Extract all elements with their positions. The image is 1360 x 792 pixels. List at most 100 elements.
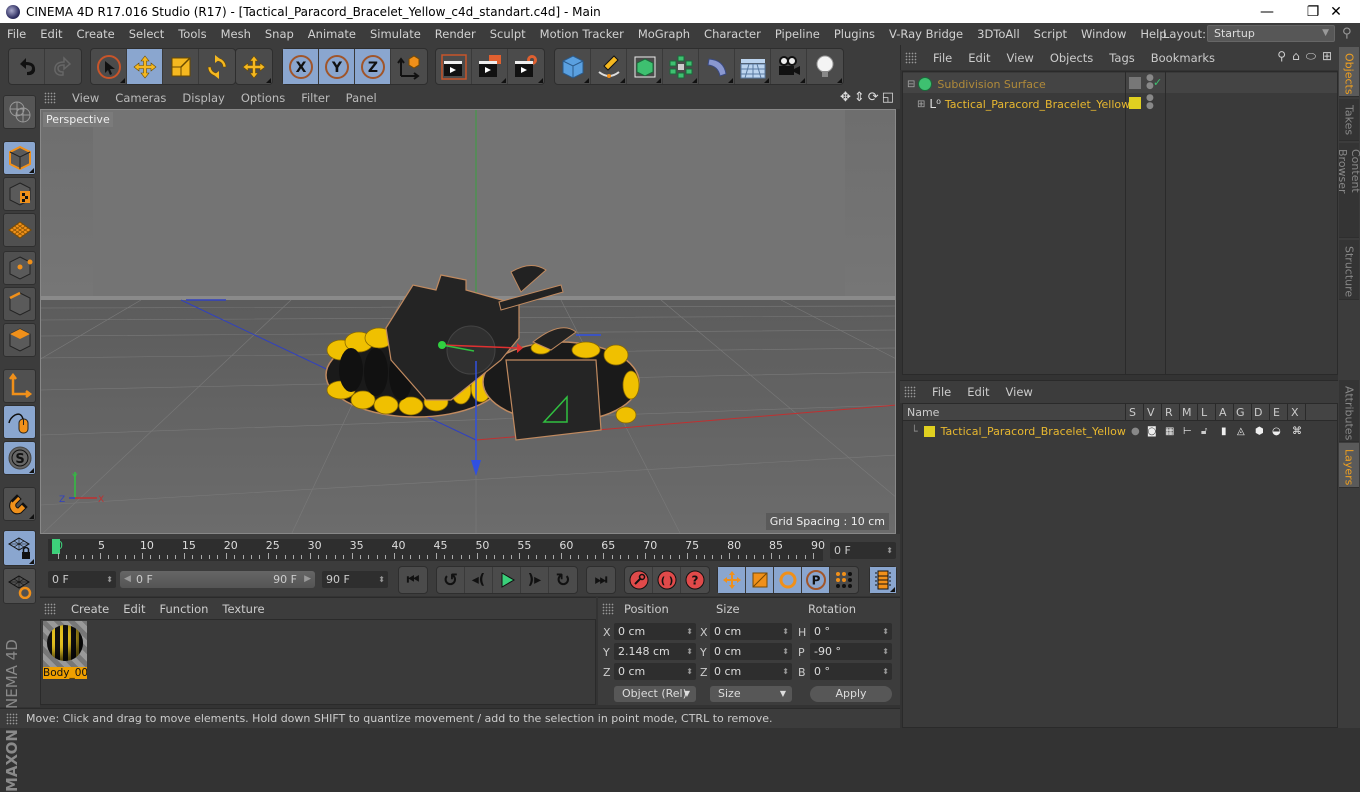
preview-range-slider[interactable]: ◀ 0 F 90 F ▶ [120,571,315,588]
viewport-menu-options[interactable]: Options [233,91,293,105]
menu-motion-tracker[interactable]: Motion Tracker [533,27,631,41]
layers-menu-edit[interactable]: Edit [959,385,997,399]
timeline-window-button[interactable] [870,567,896,593]
expand-icon[interactable]: ⊞ [917,99,925,110]
objects-menu-file[interactable]: File [925,51,960,65]
render-settings-button[interactable] [508,49,544,84]
menu-sculpt[interactable]: Sculpt [483,27,533,41]
column-xrefs[interactable]: X [1291,406,1299,419]
orbit-view-icon[interactable]: ⟳ [868,90,879,105]
viewport-menu-filter[interactable]: Filter [293,91,337,105]
close-button[interactable]: ✕ [1313,0,1359,23]
previous-key-button[interactable]: ↺ [437,567,465,593]
viewport-menu-display[interactable]: Display [174,91,232,105]
viewport-menu-cameras[interactable]: Cameras [107,91,174,105]
menu-pipeline[interactable]: Pipeline [768,27,827,41]
coordinate-mode-dropdown[interactable]: Object (Rel) ▼ [614,686,696,702]
layer-row[interactable]: └ Tactical_Paracord_Bracelet_Yellow ● ◙ … [903,422,1337,440]
material-menu-create[interactable]: Create [64,602,116,616]
pen-spline-button[interactable] [591,49,627,84]
manager-toggle-icon[interactable]: ⊢ [1183,426,1192,437]
objects-menu-view[interactable]: View [999,51,1042,65]
subdivision-surface-button[interactable] [627,49,663,84]
toggle-view-layout-icon[interactable]: ◱ [882,90,894,105]
enabled-check-icon[interactable]: ✓ [1153,76,1162,89]
viewport-menu-view[interactable]: View [64,91,107,105]
cloner-button[interactable] [663,49,699,84]
position-x-field[interactable]: 0 cm ⬍ [614,623,696,640]
next-frame-button[interactable]: )▸ [521,567,549,593]
new-window-icon[interactable]: ⊞ [1322,49,1332,64]
objects-menu-tags[interactable]: Tags [1101,51,1142,65]
recent-tool-button[interactable] [236,49,272,84]
layer-tag-icon[interactable] [1129,77,1141,89]
rotate-button[interactable] [199,49,235,84]
tab-content-browser[interactable]: Content Browser [1336,143,1360,238]
tab-takes[interactable]: Takes [1339,99,1359,141]
apply-button[interactable]: Apply [810,686,892,702]
column-deformers[interactable]: D [1254,406,1262,419]
previous-frame-button[interactable]: ◂( [465,567,493,593]
viewport-menu-panel[interactable]: Panel [338,91,385,105]
menu-file[interactable]: File [0,27,33,41]
menu-plugins[interactable]: Plugins [827,27,882,41]
position-z-field[interactable]: 0 cm ⬍ [614,663,696,680]
column-view[interactable]: V [1147,406,1155,419]
key-scale-button[interactable] [746,567,774,593]
expressions-toggle-icon[interactable]: ◒ [1272,426,1281,437]
objects-menu-bookmarks[interactable]: Bookmarks [1143,51,1223,65]
search-icon[interactable]: ⚲ [1342,26,1352,41]
size-y-field[interactable]: 0 cm ⬍ [710,643,792,660]
workplane-lock-button[interactable] [3,530,36,566]
tab-layers[interactable]: Layers [1339,443,1359,488]
floor-button[interactable] [735,49,771,84]
eye-filter-icon[interactable]: ⬭ [1306,49,1316,64]
tweak-mode-button[interactable] [3,405,36,439]
menu-mesh[interactable]: Mesh [214,27,258,41]
menu-select[interactable]: Select [122,27,171,41]
current-frame-field[interactable]: 0 F ⬍ [830,542,896,559]
size-mode-dropdown[interactable]: Size ▼ [710,686,792,702]
rotation-b-field[interactable]: 0 ° ⬍ [810,663,892,680]
deformers-toggle-icon[interactable]: ⬢ [1255,426,1264,437]
viewport-camera-label[interactable]: Perspective [43,112,113,127]
layer-color-swatch[interactable] [923,425,935,437]
panel-grip-icon[interactable] [905,51,917,64]
objects-menu-objects[interactable]: Objects [1042,51,1101,65]
solo-toggle-icon[interactable]: ● [1131,426,1140,437]
xrefs-toggle-icon[interactable]: ⌘ [1292,426,1302,437]
move-button[interactable] [127,49,163,84]
go-to-end-button[interactable]: ⏭ [587,567,615,593]
key-param-button[interactable]: P [802,567,830,593]
menu-snap[interactable]: Snap [258,27,301,41]
material-swatch[interactable] [43,621,87,667]
make-editable-button[interactable] [3,95,36,129]
collapse-icon[interactable]: ⊟ [907,79,915,90]
menu-3dtoall[interactable]: 3DToAll [970,27,1027,41]
redo-button[interactable] [45,49,81,84]
column-animation[interactable]: A [1219,406,1227,419]
axis-mode-button[interactable] [3,369,36,403]
view-toggle-icon[interactable]: ◙ [1147,426,1157,437]
record-key-button[interactable] [625,567,653,593]
range-right-arrow-icon[interactable]: ▶ [304,571,311,588]
next-key-button[interactable]: ↻ [549,567,577,593]
perspective-viewport[interactable]: Y X Z Perspective Grid Spacing : 10 cm [40,109,896,534]
menu-window[interactable]: Window [1074,27,1133,41]
menu-vray-bridge[interactable]: V-Ray Bridge [882,27,970,41]
solo-mode-button[interactable]: S [3,441,36,475]
menu-create[interactable]: Create [70,27,122,41]
workplane-mode-button[interactable] [3,213,36,247]
tab-structure[interactable]: Structure [1339,240,1359,300]
panel-grip-icon[interactable] [6,713,18,725]
edges-mode-button[interactable] [3,287,36,321]
size-x-field[interactable]: 0 cm ⬍ [710,623,792,640]
range-left-arrow-icon[interactable]: ◀ [124,571,131,588]
scale-button[interactable] [163,49,199,84]
render-view-button[interactable] [436,49,472,84]
key-pla-button[interactable] [830,567,858,593]
object-row-subdivision-surface[interactable]: ⊟ Subdivision Surface ● ● ✓ [903,74,1162,94]
panel-grip-icon[interactable] [602,602,614,615]
polygons-mode-button[interactable] [3,323,36,357]
rotation-p-field[interactable]: -90 ° ⬍ [810,643,892,660]
